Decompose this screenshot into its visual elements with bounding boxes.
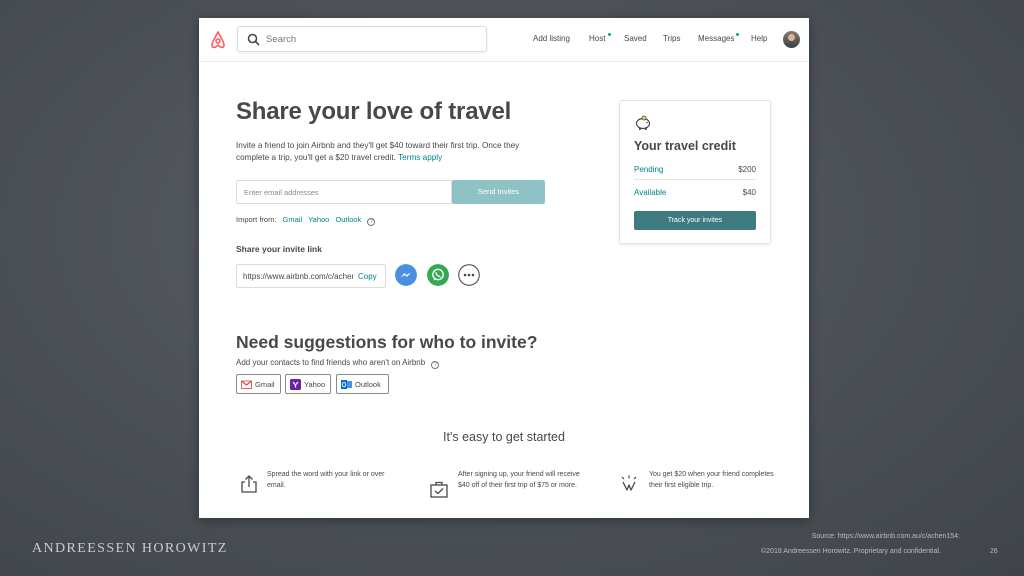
share-link-heading: Share your invite link xyxy=(236,244,322,254)
pending-label[interactable]: Pending xyxy=(634,165,663,174)
credit-title: Your travel credit xyxy=(634,139,736,153)
suggestions-subtext: Add your contacts to find friends who ar… xyxy=(236,358,440,369)
avatar[interactable] xyxy=(783,31,800,48)
outlook-contacts-button[interactable]: Outlook xyxy=(336,374,389,394)
nav-host[interactable]: Host xyxy=(589,34,605,43)
brand-wordmark: ANDREESSEN HOROWITZ xyxy=(32,541,228,556)
search-input[interactable]: Search xyxy=(237,26,487,52)
nav-messages[interactable]: Messages xyxy=(698,34,734,43)
step-3-text: You get $20 when your friend completes t… xyxy=(649,471,774,489)
nav-trips[interactable]: Trips xyxy=(663,34,680,43)
travel-credit-card: Your travel credit Pending $200 Availabl… xyxy=(619,100,771,244)
outlook-icon xyxy=(341,380,352,389)
invite-link-field[interactable]: https://www.airbnb.com/c/achen154 Copy xyxy=(236,264,386,288)
share-icon xyxy=(241,475,257,493)
nav-saved[interactable]: Saved xyxy=(624,34,647,43)
celebrate-icon xyxy=(621,475,637,491)
intro-body: Invite a friend to join Airbnb and they'… xyxy=(236,141,520,162)
credit-divider xyxy=(634,179,756,180)
piggy-bank-icon xyxy=(635,115,651,130)
whatsapp-icon[interactable] xyxy=(427,264,449,286)
step-1-text: Spread the word with your link or over e… xyxy=(267,471,385,489)
search-placeholder: Search xyxy=(266,34,297,45)
track-invites-button[interactable]: Track your invites xyxy=(634,211,756,230)
terms-link[interactable]: Terms apply xyxy=(398,153,442,162)
step-2-text: After signing up, your friend will recei… xyxy=(458,471,580,489)
messages-notification-dot xyxy=(736,33,739,36)
yahoo-icon xyxy=(290,379,301,390)
outlook-label: Outlook xyxy=(355,380,381,389)
send-invites-button[interactable]: Send Invites xyxy=(452,180,545,204)
import-yahoo-link[interactable]: Yahoo xyxy=(308,215,329,224)
pending-value: $200 xyxy=(738,165,756,174)
page-title: Share your love of travel xyxy=(236,98,512,125)
email-field[interactable]: Enter email addresses xyxy=(236,180,452,204)
messenger-icon[interactable] xyxy=(395,264,417,286)
nav-help[interactable]: Help xyxy=(751,34,767,43)
airbnb-screenshot: Search Add listing Host Saved Trips Mess… xyxy=(199,18,809,518)
import-label: Import from: xyxy=(236,215,277,224)
yahoo-contacts-button[interactable]: Yahoo xyxy=(285,374,331,394)
available-value: $40 xyxy=(742,188,756,197)
nav-add-listing[interactable]: Add listing xyxy=(533,34,570,43)
host-notification-dot xyxy=(608,33,611,36)
help-icon[interactable]: ? xyxy=(431,361,440,369)
available-label[interactable]: Available xyxy=(634,188,666,197)
copy-button[interactable]: Copy xyxy=(358,272,377,281)
gmail-label: Gmail xyxy=(255,380,275,389)
page-number: 26 xyxy=(990,548,998,555)
suitcase-icon xyxy=(430,481,448,498)
import-row: Import from: Gmail Yahoo Outlook ? xyxy=(236,215,376,226)
help-icon[interactable]: ? xyxy=(367,218,376,226)
email-placeholder: Enter email addresses xyxy=(244,188,319,197)
copyright-note: ©2018 Andreessen Horowitz. Proprietary a… xyxy=(761,548,941,555)
suggestions-heading: Need suggestions for who to invite? xyxy=(236,332,538,352)
import-gmail-link[interactable]: Gmail xyxy=(283,215,303,224)
gmail-icon xyxy=(241,380,252,389)
airbnb-logo-icon[interactable] xyxy=(209,30,227,50)
gmail-contacts-button[interactable]: Gmail xyxy=(236,374,281,394)
top-nav: Search Add listing Host Saved Trips Mess… xyxy=(199,18,809,62)
search-icon xyxy=(247,33,260,46)
intro-text: Invite a friend to join Airbnb and they'… xyxy=(236,140,541,164)
more-options-icon[interactable] xyxy=(458,264,480,286)
yahoo-label: Yahoo xyxy=(304,380,326,389)
import-outlook-link[interactable]: Outlook xyxy=(335,215,361,224)
suggestions-subtext-label: Add your contacts to find friends who ar… xyxy=(236,358,426,367)
invite-url: https://www.airbnb.com/c/achen154 xyxy=(243,272,353,281)
get-started-heading: It's easy to get started xyxy=(443,430,565,444)
source-note: Source: https://www.airbnb.com.au/c/ache… xyxy=(811,533,960,540)
